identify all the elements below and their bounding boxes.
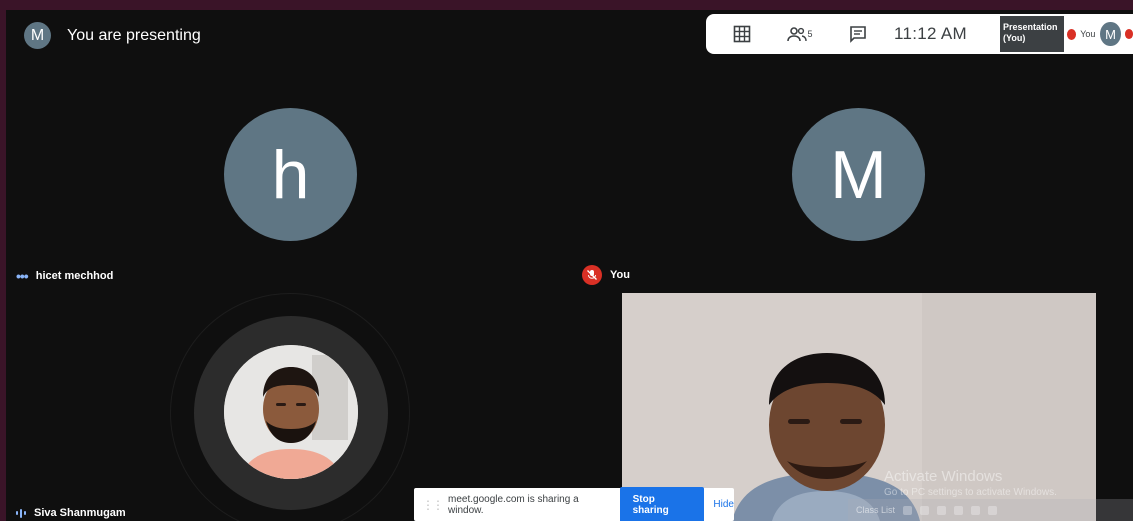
people-button[interactable]: 5 xyxy=(778,14,822,54)
taskbar-app-icon[interactable] xyxy=(903,505,913,515)
drag-handle-icon[interactable]: ⋮⋮ xyxy=(422,498,444,512)
meeting-stage: M You are presenting 5 11:12 AM Presenta… xyxy=(6,10,1133,521)
watermark-title: Activate Windows xyxy=(884,468,1003,485)
taskbar-app-icon[interactable] xyxy=(971,505,981,515)
taskbar-app-icon[interactable] xyxy=(988,505,998,515)
participant-label: hicet mechhod xyxy=(35,270,114,282)
taskbar-app-icon[interactable] xyxy=(954,505,964,515)
participant-label: You xyxy=(610,269,630,281)
more-dots-icon: ••• xyxy=(16,268,29,284)
mic-off-icon xyxy=(1124,29,1133,39)
self-mini-label: You xyxy=(1080,29,1096,39)
mic-off-icon xyxy=(1067,28,1077,40)
self-mini-tile[interactable]: You M xyxy=(1064,14,1133,54)
people-count: 5 xyxy=(807,29,813,39)
chat-icon xyxy=(850,26,866,43)
participant-avatar-hicet: h xyxy=(224,108,357,241)
share-message: meet.google.com is sharing a window. xyxy=(448,493,579,516)
participant-photo-siva xyxy=(224,345,358,479)
audio-level-icon xyxy=(16,508,26,518)
hide-share-bar-button[interactable]: Hide xyxy=(713,499,734,510)
participant-name-siva: Siva Shanmugam xyxy=(16,507,126,519)
participant-name-you: You xyxy=(582,265,630,285)
presenting-banner: M You are presenting xyxy=(24,22,201,49)
meeting-clock: 11:12 AM xyxy=(894,24,967,43)
self-presentation-tile[interactable]: Presentation (You) xyxy=(1000,16,1064,52)
chat-button[interactable] xyxy=(836,14,880,54)
participant-avatar-you: M xyxy=(792,108,925,241)
mic-off-icon xyxy=(582,265,602,285)
taskbar-item[interactable]: Class List xyxy=(856,505,895,515)
screen-share-bar: ⋮⋮ meet.google.com is sharing a window. … xyxy=(414,486,734,521)
stop-sharing-button[interactable]: Stop sharing xyxy=(619,486,705,521)
participant-label: Siva Shanmugam xyxy=(34,507,126,519)
self-mini-avatar: M xyxy=(1100,22,1121,46)
people-icon xyxy=(787,27,808,42)
presenter-avatar: M xyxy=(24,22,51,49)
taskbar-app-icon[interactable] xyxy=(920,505,930,515)
participant-name-hicet: ••• hicet mechhod xyxy=(16,268,113,284)
presenting-label: You are presenting xyxy=(67,26,201,44)
layout-grid-button[interactable] xyxy=(720,14,764,54)
grid-icon xyxy=(733,25,751,43)
watermark-subtitle: Go to PC settings to activate Windows. xyxy=(884,487,1057,498)
activate-windows-watermark: Activate Windows Go to PC settings to ac… xyxy=(884,468,1057,498)
taskbar-app-icon[interactable] xyxy=(937,505,947,515)
self-tile-line1: Presentation xyxy=(1003,22,1058,32)
windows-taskbar: Class List xyxy=(848,499,1133,521)
self-tile-line2: (You) xyxy=(1003,33,1026,43)
top-toolbar: 5 11:12 AM Presentation (You) You M xyxy=(706,14,1133,54)
